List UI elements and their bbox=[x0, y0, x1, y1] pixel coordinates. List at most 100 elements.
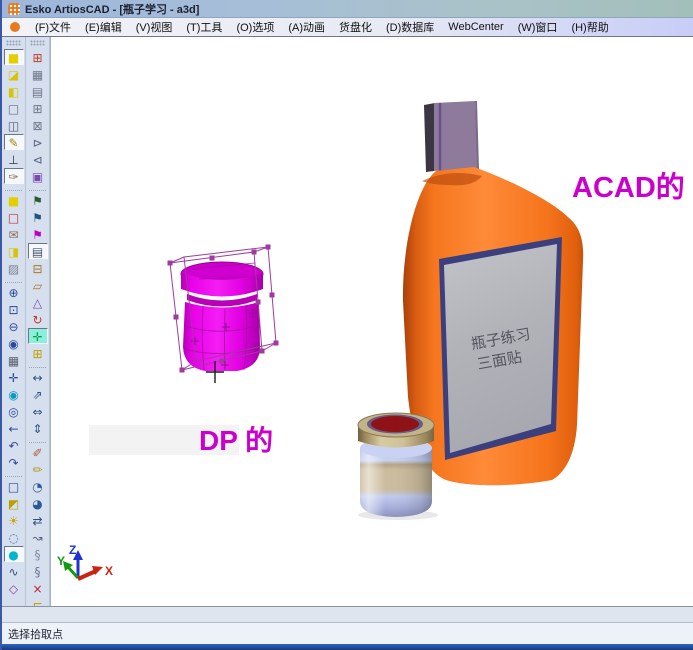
tool-hidden-line-view[interactable]: ◫ bbox=[4, 117, 24, 133]
tool-delete-frame-tool[interactable]: ⊠ bbox=[28, 117, 48, 133]
tool-icon: × bbox=[32, 582, 42, 596]
3d-viewport[interactable]: 瓶子练习 三面贴 bbox=[51, 37, 693, 606]
tool-paint-tool[interactable]: ✑ bbox=[4, 168, 24, 184]
tool-hide-tool[interactable]: ◌ bbox=[4, 529, 24, 545]
tool-dim-width-tool[interactable]: ↔ bbox=[28, 369, 48, 385]
tool-box-alt-tool[interactable]: ◨ bbox=[4, 243, 24, 259]
tool-icon: ◧ bbox=[8, 85, 19, 99]
tool-draft-shaded-view[interactable]: ◧ bbox=[4, 83, 24, 99]
tool-icon: ⊲ bbox=[32, 153, 42, 167]
tool-render-tool[interactable]: ▣ bbox=[28, 168, 48, 184]
menu-item[interactable]: 货盘化 bbox=[332, 17, 379, 37]
bottle-cap-shadow bbox=[424, 103, 435, 172]
tool-wireframe-view[interactable]: □ bbox=[4, 100, 24, 116]
tool-view-eye-tool[interactable]: ◉ bbox=[4, 386, 24, 402]
tool-icon: ◨ bbox=[8, 245, 19, 259]
tool-outline-tool[interactable]: □ bbox=[4, 478, 24, 494]
toolbar-separator bbox=[29, 437, 46, 443]
menu-item[interactable]: (A)动画 bbox=[281, 17, 332, 37]
tool-dim-gap-tool[interactable]: ⇔ bbox=[28, 403, 48, 419]
tool-zoom-out-tool[interactable]: ⊖ bbox=[4, 318, 24, 334]
tool-lasso-tool[interactable]: ◇ bbox=[4, 580, 24, 596]
tool-clip-tool[interactable]: § bbox=[28, 546, 48, 562]
tool-frame-tool[interactable]: ▦ bbox=[28, 66, 48, 82]
tool-icon: ↷ bbox=[8, 456, 18, 470]
tool-icon: ◩ bbox=[8, 497, 19, 511]
bottle-label bbox=[444, 244, 557, 453]
tool-icon: ⊡ bbox=[8, 303, 18, 317]
tool-move-part-tool[interactable]: ✛ bbox=[28, 328, 48, 344]
tool-wire-box-tool[interactable]: □ bbox=[4, 209, 24, 225]
small-jar-model[interactable] bbox=[358, 413, 438, 520]
tool-step-back-tool[interactable]: ⊲ bbox=[28, 151, 48, 167]
tool-icon: ⊟ bbox=[32, 262, 42, 276]
tool-annotate-tool[interactable]: ✎ bbox=[4, 134, 24, 150]
tool-shaded-edges-view[interactable]: ◪ bbox=[4, 66, 24, 82]
tool-select-window-tool[interactable]: ▦ bbox=[4, 352, 24, 368]
tool-knife-yellow-tool[interactable]: ✏ bbox=[28, 461, 48, 477]
tool-icon: ◇ bbox=[9, 582, 18, 596]
magenta-jar-model[interactable] bbox=[168, 245, 279, 384]
tool-icon: ⊏ bbox=[32, 599, 42, 606]
toolbar-grip[interactable] bbox=[6, 40, 21, 46]
tool-rotate-part-tool[interactable]: ↻ bbox=[28, 311, 48, 327]
tool-mail-tool[interactable]: ✉ bbox=[4, 226, 24, 242]
tool-solid-box-tool[interactable]: ■ bbox=[4, 192, 24, 208]
tool-tile-windows-tool[interactable]: ⊞ bbox=[28, 345, 48, 361]
tool-frame-grid-tool[interactable]: ⊞ bbox=[28, 100, 48, 116]
menu-item[interactable]: (D)数据库 bbox=[379, 17, 441, 37]
tool-flag-tool[interactable]: ⚑ bbox=[28, 192, 48, 208]
status-bar: 选择拾取点 bbox=[2, 622, 693, 644]
tool-pan-tool[interactable]: ✛ bbox=[4, 369, 24, 385]
tool-icon: ◎ bbox=[8, 405, 18, 419]
tool-zoom-window-tool[interactable]: ⊡ bbox=[4, 301, 24, 317]
tool-flag-select-tool[interactable]: ⚑ bbox=[28, 209, 48, 225]
tool-step-forward-tool[interactable]: ⊳ bbox=[28, 134, 48, 150]
tool-light-tool[interactable]: ☀ bbox=[4, 512, 24, 528]
tool-swap-tool[interactable]: ⇄ bbox=[28, 512, 48, 528]
menu-item[interactable]: (T)工具 bbox=[179, 17, 229, 37]
tool-clip-remove-tool[interactable]: × bbox=[28, 580, 48, 596]
tool-sphere-tool[interactable]: ● bbox=[4, 546, 24, 562]
menu-item[interactable]: (W)窗口 bbox=[511, 17, 565, 37]
tool-base-plane-tool[interactable]: ⊥ bbox=[4, 151, 24, 167]
tool-globe-alt-tool[interactable]: ◕ bbox=[28, 495, 48, 511]
tool-look-at-tool[interactable]: ◎ bbox=[4, 403, 24, 419]
tool-layout-frame-tool[interactable]: ⊞ bbox=[28, 49, 48, 65]
tool-globe-tool[interactable]: ◔ bbox=[28, 478, 48, 494]
tool-curve-tool[interactable]: ∿ bbox=[4, 563, 24, 579]
tool-flag-color-tool[interactable]: ⚑ bbox=[28, 226, 48, 242]
menu-item[interactable]: (E)编辑 bbox=[78, 17, 129, 37]
tool-zoom-in-tool[interactable]: ⊕ bbox=[4, 284, 24, 300]
tool-fold-tool[interactable]: ⊟ bbox=[28, 260, 48, 276]
tool-curve-adjust-tool[interactable]: ↝ bbox=[28, 529, 48, 545]
title-bar[interactable]: Esko ArtiosCAD - [瓶子学习 - a3d] bbox=[2, 0, 693, 18]
tool-clip-add-tool[interactable]: § bbox=[28, 563, 48, 579]
tool-mesh-tool[interactable]: △ bbox=[28, 294, 48, 310]
tool-icon: ● bbox=[8, 548, 18, 562]
tool-layer-tool[interactable]: ⊏ bbox=[28, 597, 48, 606]
tool-eraser-tool[interactable]: ▨ bbox=[4, 260, 24, 276]
tool-rotate-cw-tool[interactable]: ↷ bbox=[4, 454, 24, 470]
tool-dim-height-tool[interactable]: ⇕ bbox=[28, 420, 48, 436]
tool-solid-view[interactable]: ■ bbox=[4, 49, 24, 65]
tool-zoom-extents-tool[interactable]: ◉ bbox=[4, 335, 24, 351]
tool-frame-rows-tool[interactable]: ▤ bbox=[28, 83, 48, 99]
tool-knife-tool[interactable]: ✐ bbox=[28, 444, 48, 460]
toolbar-grip[interactable] bbox=[30, 40, 45, 46]
menu-item[interactable]: (H)帮助 bbox=[564, 17, 615, 37]
child-document-icon[interactable] bbox=[10, 22, 20, 32]
tool-folder-tool[interactable]: ▱ bbox=[28, 277, 48, 293]
menu-item[interactable]: (V)视图 bbox=[129, 17, 180, 37]
tool-section-box-tool[interactable]: ◩ bbox=[4, 495, 24, 511]
small-jar-shading bbox=[360, 448, 432, 517]
tool-previous-view-tool[interactable]: ← bbox=[4, 420, 24, 436]
axis-x-label: X bbox=[105, 564, 113, 578]
tool-icon: ◕ bbox=[32, 497, 42, 511]
tool-dim-skew-tool[interactable]: ⇗ bbox=[28, 386, 48, 402]
tool-rotate-ccw-tool[interactable]: ↶ bbox=[4, 437, 24, 453]
menu-item[interactable]: (F)文件 bbox=[28, 17, 78, 37]
menu-item[interactable]: (O)选项 bbox=[229, 17, 281, 37]
tool-print-tool[interactable]: ▤ bbox=[28, 243, 48, 259]
menu-item[interactable]: WebCenter bbox=[441, 19, 510, 35]
